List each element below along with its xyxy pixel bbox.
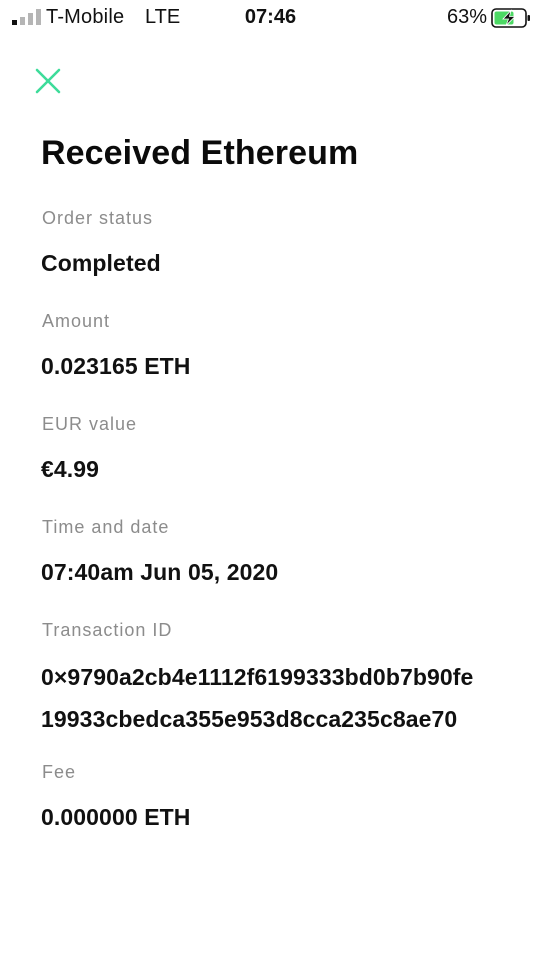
close-x-icon	[35, 68, 61, 94]
amount-value: 0.023165 ETH	[41, 353, 191, 379]
transaction-id-label: Transaction ID	[42, 620, 173, 640]
status-bar: T-Mobile LTE 07:46 63%	[0, 0, 541, 36]
order-status-value: Completed	[41, 250, 161, 276]
fee-label: Fee	[42, 762, 77, 782]
transaction-id-line-2: 19933cbedca355e953d8cca235c8ae70	[41, 706, 458, 732]
time-date-value: 07:40am Jun 05, 2020	[41, 559, 279, 585]
close-button[interactable]	[33, 66, 63, 96]
transaction-id-value[interactable]: 0×9790a2cb4e1112f6199333bd0b7b90fe 19933…	[41, 656, 521, 740]
fee-value: 0.000000 ETH	[41, 804, 191, 830]
page-title: Received Ethereum	[41, 134, 359, 172]
time-date-label: Time and date	[42, 517, 170, 537]
amount-label: Amount	[42, 311, 111, 331]
eur-value-value: €4.99	[41, 456, 100, 482]
order-status-label: Order status	[42, 208, 154, 228]
transaction-id-line-1: 0×9790a2cb4e1112f6199333bd0b7b90fe	[41, 664, 474, 690]
battery-charging-icon	[491, 8, 530, 28]
battery-percent: 63%	[446, 6, 487, 28]
eur-value-label: EUR value	[42, 414, 138, 434]
